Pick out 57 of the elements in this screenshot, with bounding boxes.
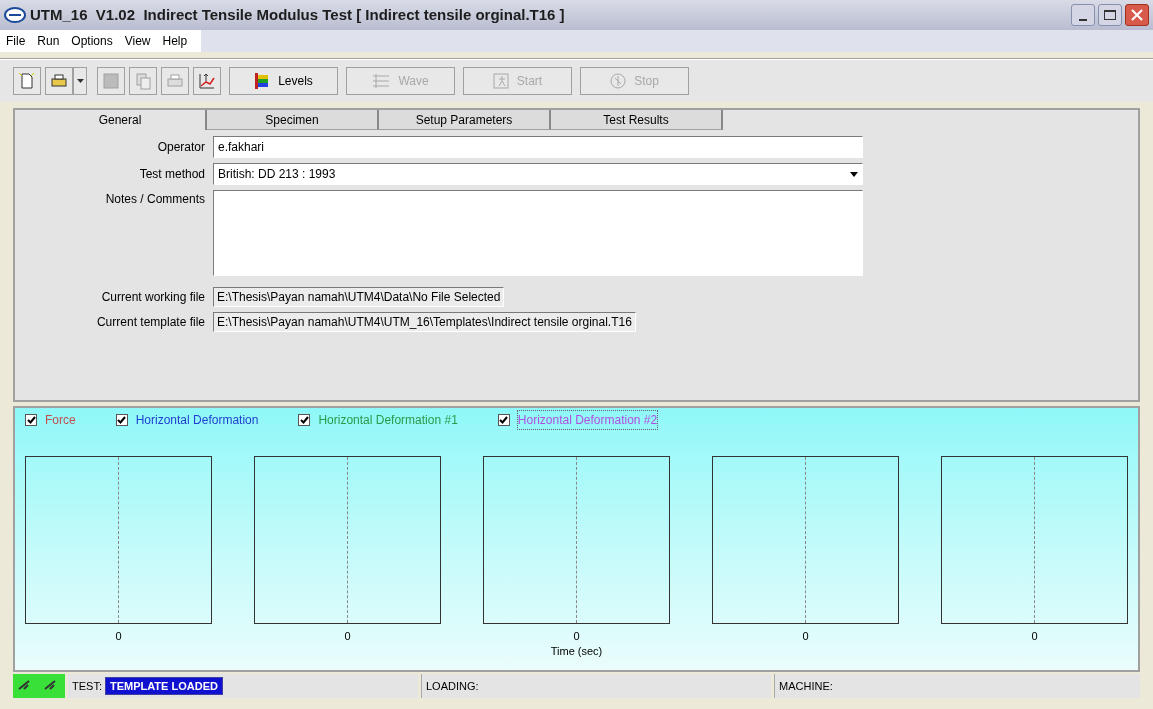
menu-item[interactable]: Run (31, 32, 66, 50)
dropdown-button[interactable] (73, 67, 87, 95)
toolbar-button[interactable] (45, 67, 73, 95)
tick-label: 0 (344, 629, 351, 644)
save-icon (102, 72, 120, 90)
printer-icon (166, 72, 184, 90)
notes-field[interactable] (213, 190, 863, 276)
legend-label[interactable]: Horizontal Deformation (135, 411, 259, 429)
field-label: Test method (138, 166, 205, 183)
file-path: E:\Thesis\Payan namah\UTM4\Data\No File Selected (213, 287, 505, 307)
menu-item[interactable]: Help (156, 32, 194, 50)
file-path: E:\Thesis\Payan namah\UTM4\UTM_16\Templates\Indirect tensile orginal.T16 (213, 312, 636, 332)
test-method-dropdown[interactable]: British: DD 213 : 1993 (213, 163, 863, 185)
checkbox[interactable] (298, 414, 311, 426)
tick-label: 0 (115, 629, 122, 644)
field-label: Current template file (95, 314, 205, 331)
app-logo-icon (4, 7, 26, 23)
checkbox[interactable] (115, 414, 128, 426)
levels-icon (254, 72, 271, 90)
field-label: Operator (156, 139, 205, 156)
chart-icon (198, 72, 216, 90)
tab[interactable]: Specimen (207, 110, 379, 130)
stop-icon (610, 73, 627, 89)
close-button[interactable] (1125, 4, 1149, 26)
minimize-button[interactable] (1071, 4, 1095, 26)
checkbox[interactable] (497, 414, 510, 426)
tick-label: 0 (802, 629, 809, 644)
field-label: Notes / Comments (104, 191, 205, 208)
tab[interactable]: Setup Parameters (379, 110, 551, 130)
axis-label: Time (sec) (550, 643, 603, 659)
runner-icon (492, 73, 509, 89)
caret-icon (76, 79, 84, 83)
printer-icon (50, 72, 68, 90)
menu-item[interactable]: Options (65, 32, 119, 50)
operator-field[interactable]: e.fakhari (213, 136, 863, 158)
window-title: UTM_16 V1.02 Indirect Tensile Modulus Test [ Indirect tensile orginal.T16 ] (30, 4, 565, 25)
field-label: Current working file (100, 289, 205, 306)
copy-icon (134, 72, 152, 90)
status-label: TEST: (72, 678, 102, 694)
status-label: LOADING: (426, 678, 479, 694)
caret-icon (850, 171, 858, 177)
status-badge: TEMPLATE LOADED (104, 676, 223, 696)
status-label: MACHINE: (779, 678, 833, 694)
toolbar-button[interactable]: Levels (229, 67, 338, 95)
toolbar-button[interactable] (13, 67, 41, 95)
checkbox[interactable] (25, 414, 37, 426)
toolbar-button[interactable] (193, 67, 221, 95)
tick-label: 0 (1031, 629, 1038, 644)
tab[interactable]: Test Results (551, 110, 723, 130)
menu-item[interactable]: View (118, 32, 157, 50)
wave-icon (372, 73, 391, 89)
new-file-icon (18, 72, 36, 90)
menu-item[interactable]: File (0, 32, 32, 50)
maximize-button[interactable] (1098, 4, 1122, 26)
tick-label: 0 (573, 629, 580, 644)
close-icon (1131, 9, 1143, 21)
legend-label[interactable]: Force (45, 411, 76, 429)
